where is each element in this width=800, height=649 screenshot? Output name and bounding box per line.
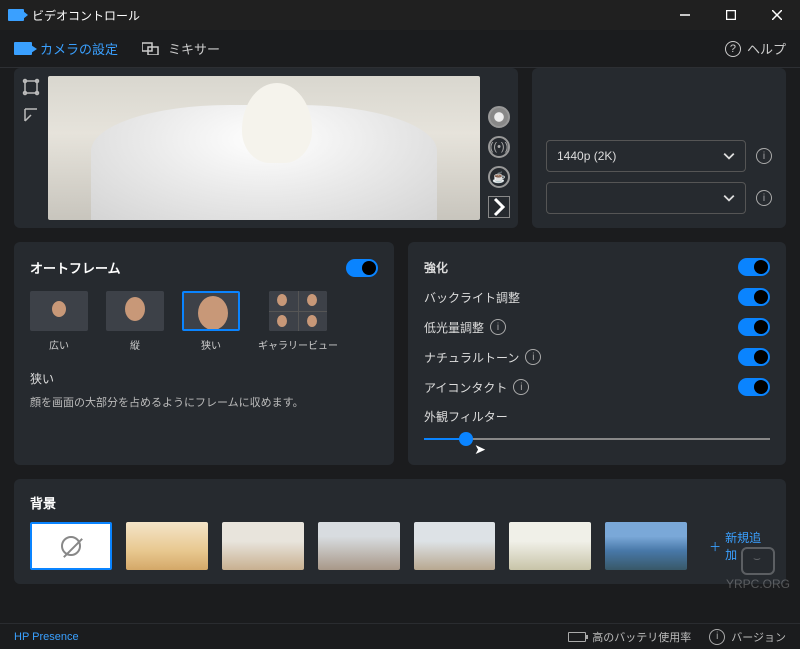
background-option[interactable]: [414, 522, 496, 570]
cursor-icon: ➤: [474, 441, 486, 458]
help-icon: ?: [725, 41, 741, 57]
resolution-select[interactable]: 1440p (2K): [546, 140, 746, 172]
brand-label: HP Presence: [14, 631, 79, 643]
autoframe-option-narrow[interactable]: 狭い: [182, 291, 240, 352]
autoframe-toggle[interactable]: [346, 259, 378, 277]
window-title: ビデオコントロール: [32, 7, 140, 24]
info-icon[interactable]: i: [525, 349, 541, 365]
background-option[interactable]: [509, 522, 591, 570]
plus-icon: ＋: [709, 538, 721, 555]
maximize-button[interactable]: [708, 0, 754, 30]
enhance-card: 強化 バックライト調整 低光量調整 i ナチュラルトーン i アイコンタクト i 外観…: [408, 242, 786, 465]
info-icon[interactable]: i: [756, 148, 772, 164]
backlight-toggle[interactable]: [738, 288, 770, 306]
info-icon[interactable]: i: [513, 379, 529, 395]
tab-mixer[interactable]: ミキサー: [142, 39, 220, 58]
background-option[interactable]: [605, 522, 687, 570]
crop-tool-icon[interactable]: [22, 78, 40, 96]
eyecontact-label: アイコンタクト: [424, 379, 507, 396]
background-option[interactable]: [126, 522, 208, 570]
autoframe-option-vertical[interactable]: 縦: [106, 291, 164, 352]
tab-label: カメラの設定: [40, 39, 118, 58]
resolution-panel: 1440p (2K) i i: [532, 68, 786, 228]
eyecontact-toggle[interactable]: [738, 378, 770, 396]
broadcast-button[interactable]: ((•)): [488, 136, 510, 158]
info-icon[interactable]: i: [490, 319, 506, 335]
secondary-select[interactable]: [546, 182, 746, 214]
none-icon: [61, 536, 81, 556]
help-label: ヘルプ: [747, 39, 786, 58]
version-status[interactable]: iバージョン: [709, 629, 786, 645]
background-none[interactable]: [30, 522, 112, 570]
tab-label: ミキサー: [168, 39, 220, 58]
autoframe-selected-label: 狭い: [30, 370, 378, 387]
info-icon[interactable]: i: [756, 190, 772, 206]
resolution-value: 1440p (2K): [557, 149, 616, 163]
autoframe-title: オートフレーム: [30, 258, 121, 277]
preview-card: ((•)) ☕: [14, 68, 518, 228]
lowlight-label: 低光量調整: [424, 319, 484, 336]
autoframe-option-wide[interactable]: 広い: [30, 291, 88, 352]
enhance-title: 強化: [424, 259, 448, 276]
backlight-label: バックライト調整: [424, 289, 520, 306]
mixer-icon: [142, 42, 160, 55]
info-icon: i: [709, 629, 725, 645]
background-option[interactable]: [222, 522, 304, 570]
background-option[interactable]: [318, 522, 400, 570]
chevron-down-icon: [723, 192, 735, 204]
battery-icon: [568, 632, 586, 642]
expand-button[interactable]: [488, 196, 510, 218]
lowlight-toggle[interactable]: [738, 318, 770, 336]
help-button[interactable]: ? ヘルプ: [725, 39, 786, 58]
coffee-button[interactable]: ☕: [488, 166, 510, 188]
background-title: 背景: [30, 493, 770, 512]
chevron-down-icon: [723, 150, 735, 162]
battery-status[interactable]: 高のバッテリ使用率: [568, 629, 691, 645]
minimize-button[interactable]: [662, 0, 708, 30]
autoframe-card: オートフレーム 広い 縦 狭い ギャラリービュー 狭い 顔を画面の大部分を占める…: [14, 242, 394, 465]
titlebar: ビデオコントロール: [0, 0, 800, 30]
tab-camera-settings[interactable]: カメラの設定: [14, 39, 118, 58]
natural-label: ナチュラルトーン: [424, 349, 519, 366]
watermark: YRPC.ORG: [726, 547, 790, 591]
natural-toggle[interactable]: [738, 348, 770, 366]
appearance-slider[interactable]: ➤: [424, 429, 770, 449]
autoframe-option-gallery[interactable]: ギャラリービュー: [258, 291, 338, 352]
autoframe-description: 顔を画面の大部分を占めるようにフレームに収めます。: [30, 395, 378, 413]
statusbar: HP Presence 高のバッテリ使用率 iバージョン: [0, 623, 800, 649]
camera-preview: [48, 76, 480, 220]
app-icon: [8, 9, 24, 21]
camera-icon: [14, 42, 32, 55]
enhance-master-toggle[interactable]: [738, 258, 770, 276]
content: ((•)) ☕ 1440p (2K) i i: [0, 68, 800, 623]
transform-tool-icon[interactable]: [22, 106, 40, 124]
appearance-label: 外観フィルター: [424, 408, 508, 425]
record-button[interactable]: [488, 106, 510, 128]
tabbar: カメラの設定 ミキサー ? ヘルプ: [0, 30, 800, 68]
background-card: 背景 ＋新規追加: [14, 479, 786, 584]
close-button[interactable]: [754, 0, 800, 30]
